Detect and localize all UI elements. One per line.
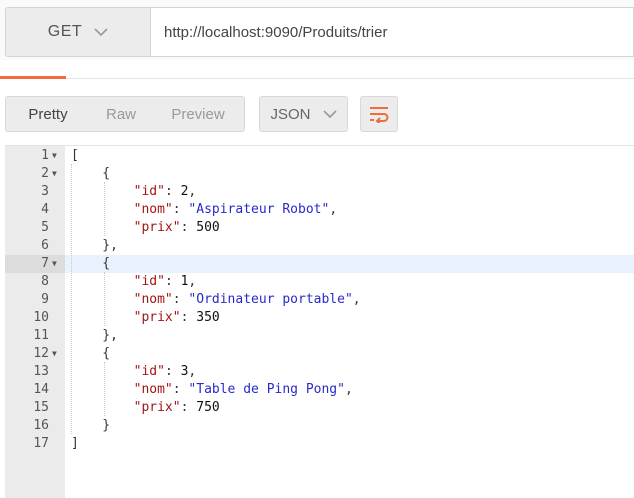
wrap-lines-icon <box>370 107 389 123</box>
chevron-down-icon <box>94 28 108 37</box>
fold-toggle-icon[interactable]: ▼ <box>52 165 62 183</box>
line-number: 14 <box>33 382 49 397</box>
code-text: { <box>71 256 111 271</box>
code-line: 9 "nom": "Ordinateur portable", <box>5 291 634 309</box>
line-number: 4 <box>41 202 49 217</box>
code-line: 14 "nom": "Table de Ping Pong", <box>5 381 634 399</box>
response-body-editor[interactable]: 1 ▼[2 ▼ {3 "id": 2, 4 "nom": "Aspirateur Ro… <box>5 145 634 498</box>
code-line: 17] <box>5 435 634 453</box>
wrap-lines-button[interactable] <box>360 96 398 132</box>
line-number: 8 <box>41 274 49 289</box>
code-text: "prix": 350 <box>133 310 220 325</box>
line-number: 11 <box>33 328 49 343</box>
code-line: 10 "prix": 350 <box>5 309 634 327</box>
line-number: 15 <box>33 400 49 415</box>
method-label: GET <box>47 23 83 40</box>
code-line: 11 }, <box>5 327 634 345</box>
line-number: 9 <box>41 292 49 307</box>
tab-raw[interactable]: Raw <box>90 97 152 131</box>
format-select[interactable]: JSON <box>259 96 348 132</box>
tab-pretty[interactable]: Pretty <box>6 97 90 131</box>
code-text: "id": 1, <box>133 274 197 289</box>
request-bar: GET http://localhost:9090/Produits/trier <box>0 0 634 60</box>
view-toggle: Pretty Raw Preview <box>5 96 245 132</box>
line-number: 12 <box>33 346 49 361</box>
code-text: "nom": "Ordinateur portable", <box>133 292 361 307</box>
url-text: http://localhost:9090/Produits/trier <box>164 23 388 41</box>
code-line: 2 ▼ { <box>5 165 634 183</box>
code-line: 4 "nom": "Aspirateur Robot", <box>5 201 634 219</box>
tab-divider <box>0 78 634 79</box>
line-number: 16 <box>33 418 49 433</box>
line-number: 17 <box>33 436 49 451</box>
code-text: } <box>71 418 111 433</box>
code-text: }, <box>71 238 118 253</box>
line-number: 13 <box>33 364 49 379</box>
code-line: 12 ▼ { <box>5 345 634 363</box>
code-text: }, <box>71 328 118 343</box>
fold-toggle-icon[interactable]: ▼ <box>52 255 62 273</box>
code-text: "prix": 750 <box>133 400 220 415</box>
code-text: { <box>71 166 111 181</box>
code-line: 15 "prix": 750 <box>5 399 634 417</box>
fold-toggle-icon[interactable]: ▼ <box>52 345 62 363</box>
line-number: 1 <box>41 148 49 163</box>
line-number: 2 <box>41 166 49 181</box>
code-text: "id": 3, <box>133 364 197 379</box>
code-text: "nom": "Table de Ping Pong", <box>133 382 353 397</box>
code-line: 5 "prix": 500 <box>5 219 634 237</box>
code-text: ] <box>71 436 79 451</box>
code-text: "id": 2, <box>133 184 197 199</box>
code-line: 16 } <box>5 417 634 435</box>
fold-toggle-icon[interactable]: ▼ <box>52 147 62 165</box>
code-line: 6 }, <box>5 237 634 255</box>
code-line: 1 ▼ [ <box>5 147 634 165</box>
line-number: 3 <box>41 184 49 199</box>
code-text: "nom": "Aspirateur Robot", <box>133 202 338 217</box>
line-number: 7 <box>41 256 49 271</box>
line-number: 6 <box>41 238 49 253</box>
method-select[interactable]: GET <box>5 7 151 57</box>
line-number: 10 <box>33 310 49 325</box>
chevron-down-icon <box>322 110 337 119</box>
code-text: [ <box>71 148 79 163</box>
active-tab-indicator <box>0 76 66 79</box>
format-label: JSON <box>270 105 311 123</box>
code-line: 8 "id": 1, <box>5 273 634 291</box>
line-number: 5 <box>41 220 49 235</box>
code-line: 7 ▼ { <box>5 255 634 273</box>
code-line: 13 "id": 3, <box>5 363 634 381</box>
tab-preview[interactable]: Preview <box>152 97 244 131</box>
code-line: 3 "id": 2, <box>5 183 634 201</box>
url-input[interactable]: http://localhost:9090/Produits/trier <box>151 7 634 57</box>
code-text: { <box>71 346 111 361</box>
code-text: "prix": 500 <box>133 220 220 235</box>
